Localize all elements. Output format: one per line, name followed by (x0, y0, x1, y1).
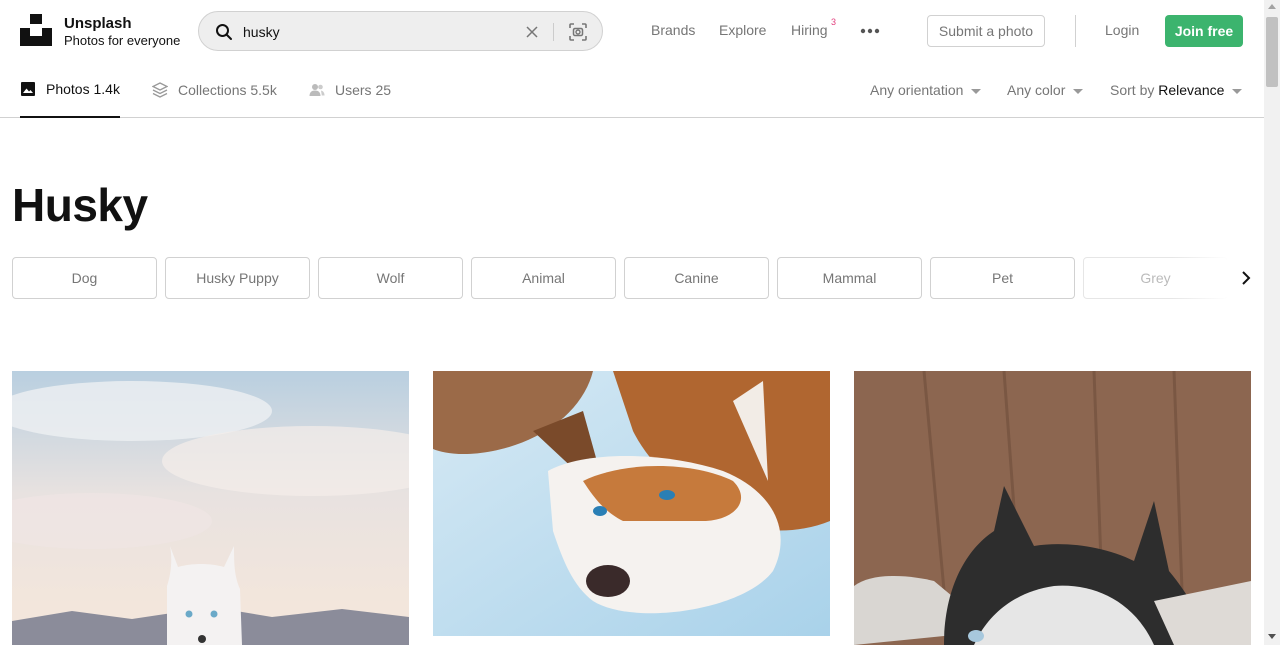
related-chip[interactable]: Pet (930, 257, 1075, 299)
color-filter[interactable]: Any color (1007, 82, 1084, 98)
orientation-filter-label: Any orientation (870, 82, 964, 98)
nav-explore[interactable]: Explore (719, 22, 766, 38)
login-link[interactable]: Login (1105, 22, 1139, 38)
nav-hiring[interactable]: Hiring (791, 22, 828, 38)
join-free-button[interactable]: Join free (1165, 15, 1243, 47)
chevron-down-icon (1073, 88, 1084, 94)
page-scrollbar[interactable] (1264, 0, 1280, 645)
brand-tagline: Photos for everyone (64, 33, 181, 48)
photo-card[interactable] (433, 371, 830, 636)
scroll-up-arrow-icon[interactable] (1268, 4, 1276, 9)
husky-photo-sky (12, 371, 409, 645)
tab-collections[interactable]: Collections 5.5k (152, 62, 277, 118)
search-input[interactable] (243, 21, 513, 43)
related-chip[interactable]: Animal (471, 257, 616, 299)
color-filter-label: Any color (1007, 82, 1066, 98)
tab-users[interactable]: Users 25 (309, 62, 391, 118)
sort-filter[interactable]: Sort by Relevance (1110, 82, 1243, 98)
image-icon (21, 82, 35, 96)
search-icon[interactable] (215, 23, 233, 41)
page-title: Husky (12, 179, 148, 231)
orientation-filter[interactable]: Any orientation (870, 82, 982, 98)
brand-block[interactable]: Unsplash Photos for everyone (64, 15, 180, 49)
related-chip[interactable]: Mammal (777, 257, 922, 299)
related-searches: Dog Husky Puppy Wolf Animal Canine Mamma… (12, 257, 1252, 299)
search-tabs-bar: Photos 1.4k Collections 5.5k Users 25 An… (0, 62, 1264, 118)
sort-prefix: Sort by (1110, 82, 1155, 98)
clear-icon[interactable] (525, 25, 539, 39)
search-bar (198, 11, 603, 51)
related-chip[interactable]: Canine (624, 257, 769, 299)
tab-collections-label: Collections 5.5k (178, 82, 277, 98)
tab-users-label: Users 25 (335, 82, 392, 98)
chevron-down-icon (971, 88, 982, 94)
nav-brands[interactable]: Brands (651, 22, 695, 38)
chevron-down-icon (1232, 88, 1243, 94)
scrollbar-thumb[interactable] (1266, 17, 1278, 87)
photo-card[interactable] (854, 371, 1251, 645)
users-icon (309, 84, 325, 96)
related-chip[interactable]: Husky Puppy (165, 257, 310, 299)
brand-name: Unsplash (64, 15, 132, 32)
more-icon[interactable] (860, 28, 880, 34)
search-divider (553, 23, 554, 41)
tab-photos[interactable]: Photos 1.4k (20, 62, 120, 118)
scroll-down-arrow-icon[interactable] (1268, 634, 1276, 639)
tab-photos-label: Photos 1.4k (46, 81, 120, 97)
chevron-right-icon[interactable] (1238, 270, 1254, 286)
related-chip[interactable]: Dog (12, 257, 157, 299)
header-divider (1075, 15, 1076, 47)
visual-search-icon[interactable] (568, 22, 588, 42)
hiring-badge: 3 (831, 17, 837, 27)
collections-icon (152, 82, 168, 98)
unsplash-logo[interactable] (20, 14, 52, 46)
top-header: Unsplash Photos for everyone Brands Expl… (0, 0, 1264, 62)
sort-value: Relevance (1158, 82, 1225, 98)
husky-photo-floor (854, 371, 1251, 645)
submit-photo-button[interactable]: Submit a photo (927, 15, 1045, 47)
photo-card[interactable] (12, 371, 409, 645)
husky-photo-snow (433, 371, 830, 636)
related-chip[interactable]: Wolf (318, 257, 463, 299)
